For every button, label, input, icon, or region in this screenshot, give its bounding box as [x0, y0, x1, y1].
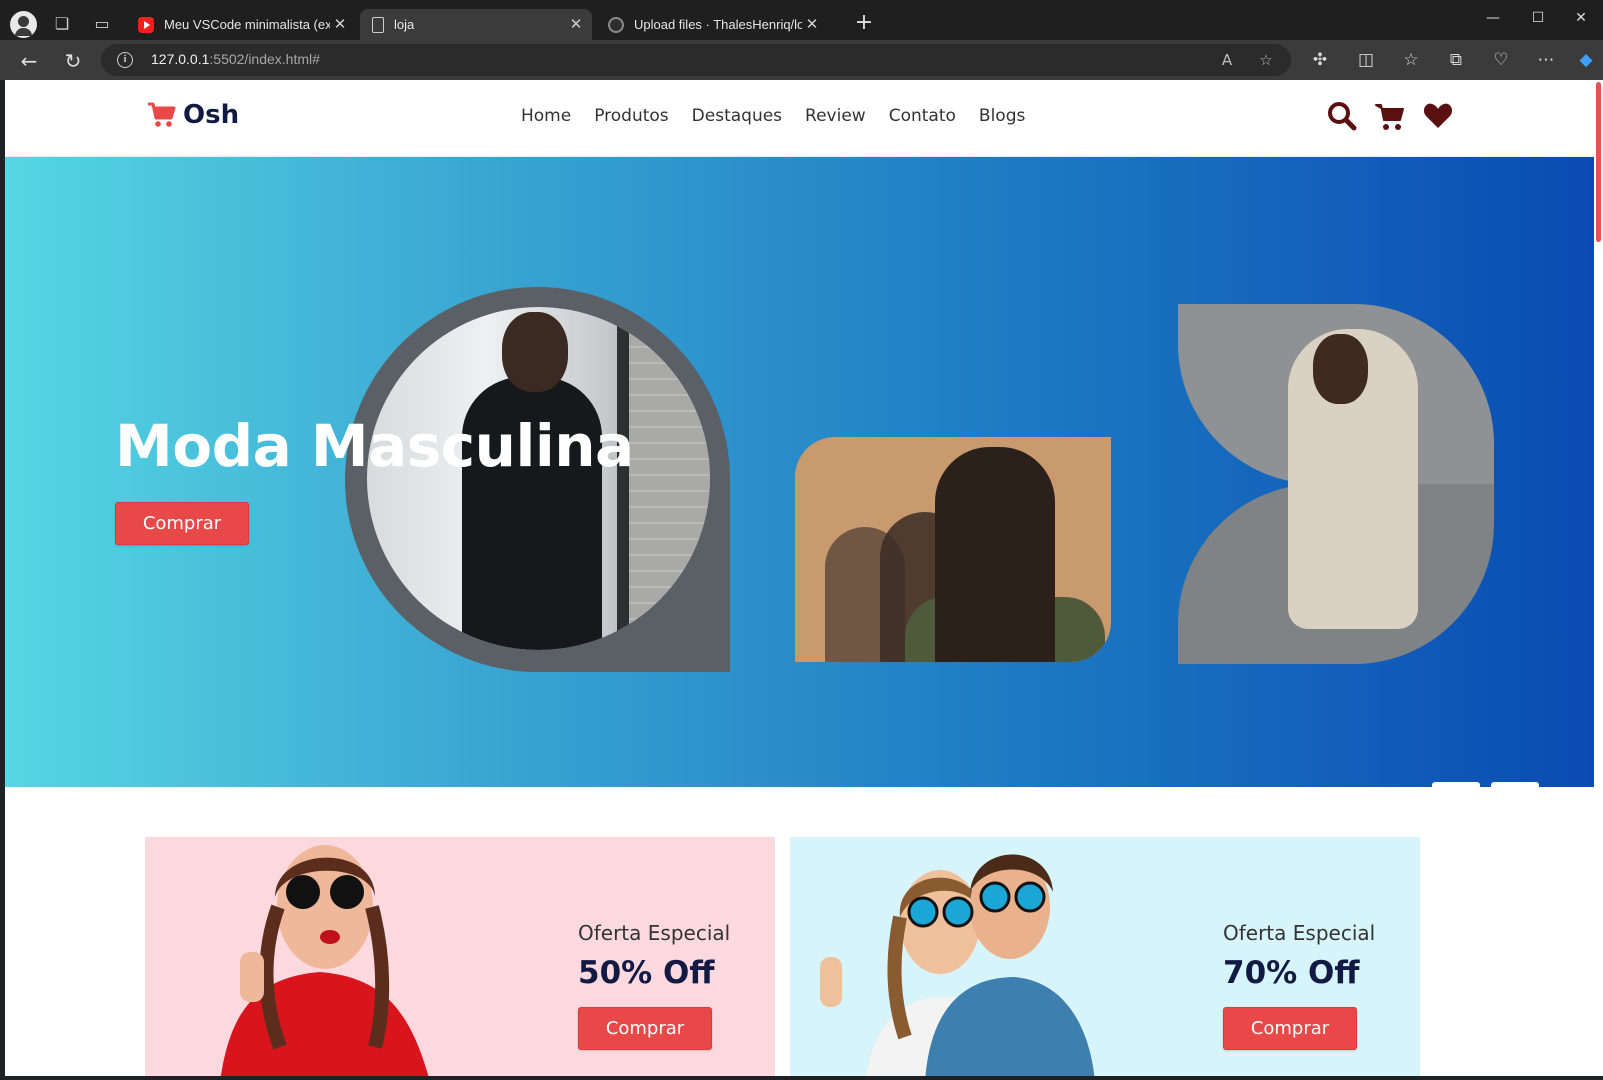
more-icon[interactable]: ⋯: [1535, 49, 1557, 71]
offer-card-70: Oferta Especial 70% Off Comprar: [790, 837, 1420, 1076]
site-info-icon[interactable]: i: [117, 52, 133, 68]
url-path: :5502/index.html#: [209, 51, 320, 67]
cart-icon[interactable]: [1375, 100, 1405, 132]
close-icon[interactable]: ✕: [802, 15, 822, 35]
page-viewport: Osh Home Produtos Destaques Review Conta…: [5, 80, 1594, 1076]
header-icons: [1327, 100, 1453, 132]
site-header: Osh Home Produtos Destaques Review Conta…: [5, 80, 1594, 157]
scrollbar-thumb[interactable]: [1596, 82, 1601, 242]
tab-label: Meu VSCode minimalista (extens: [164, 17, 330, 32]
nav-contato[interactable]: Contato: [889, 106, 956, 126]
refresh-icon[interactable]: ↻: [60, 48, 86, 74]
tab-loja[interactable]: loja ✕: [360, 9, 592, 40]
split-screen-icon[interactable]: ◫: [1355, 49, 1377, 71]
window-close-icon[interactable]: ✕: [1561, 6, 1601, 30]
extensions-icon[interactable]: ✣: [1309, 49, 1331, 71]
tab-actions-icon[interactable]: ▭: [90, 12, 114, 36]
profile-avatar-icon[interactable]: [10, 11, 37, 38]
read-aloud-icon[interactable]: A: [1217, 50, 1237, 70]
tab-label: loja: [394, 17, 415, 32]
close-icon[interactable]: ✕: [566, 15, 586, 35]
tab-github[interactable]: Upload files · ThalesHenriq/loja ✕: [596, 9, 828, 40]
document-icon: [372, 16, 384, 33]
main-nav: Home Produtos Destaques Review Contato B…: [521, 106, 1048, 126]
new-tab-icon[interactable]: +: [852, 12, 876, 36]
offer-discount: 70% Off: [1223, 955, 1360, 991]
slider-prev-button[interactable]: ‹: [1432, 782, 1480, 787]
offer-buy-button[interactable]: Comprar: [1223, 1007, 1357, 1050]
slider-next-button[interactable]: ›: [1491, 782, 1539, 787]
hero-title: Moda Masculina: [115, 412, 634, 480]
hero-image-man-seated: [1178, 304, 1494, 664]
close-icon[interactable]: ✕: [330, 15, 350, 35]
url-host: 127.0.0.1: [151, 51, 210, 67]
offer-subtitle: Oferta Especial: [1223, 921, 1376, 945]
offer-image-woman: [220, 845, 429, 1076]
nav-produtos[interactable]: Produtos: [594, 106, 668, 126]
offer-card-50: Oferta Especial 50% Off Comprar: [145, 837, 775, 1076]
page-scrollbar[interactable]: [1594, 80, 1603, 1076]
logo-cart-icon: [148, 102, 176, 127]
heart-icon[interactable]: [1423, 100, 1453, 132]
nav-destaques[interactable]: Destaques: [692, 106, 782, 126]
logo-text: Osh: [183, 100, 240, 130]
tab-label: Upload files · ThalesHenriq/loja: [634, 17, 802, 32]
search-icon[interactable]: [1327, 100, 1357, 132]
nav-review[interactable]: Review: [805, 106, 866, 126]
hero-image-group: [795, 437, 1111, 662]
nav-home[interactable]: Home: [521, 106, 571, 126]
github-icon: [608, 16, 624, 33]
workspaces-icon[interactable]: ❏: [50, 12, 74, 36]
browser-window: ❏ ▭ Meu VSCode minimalista (extens ✕ loj…: [0, 0, 1603, 1080]
url-text[interactable]: 127.0.0.1:5502/index.html#: [151, 51, 320, 67]
offer-image-couple: [820, 854, 1095, 1076]
offer-discount: 50% Off: [578, 955, 715, 991]
offer-subtitle: Oferta Especial: [578, 921, 731, 945]
browser-essentials-icon[interactable]: ♡: [1490, 49, 1512, 71]
collections-icon[interactable]: ⧉: [1445, 49, 1467, 71]
nav-blogs[interactable]: Blogs: [979, 106, 1025, 126]
hero-banner: Moda Masculina Comprar ‹ ›: [5, 157, 1594, 787]
browser-toolbar: ← ↻ i 127.0.0.1:5502/index.html# A ☆ ✣ ◫…: [0, 40, 1603, 80]
tab-youtube[interactable]: Meu VSCode minimalista (extens ✕: [126, 9, 356, 40]
site-logo[interactable]: Osh: [147, 100, 239, 130]
favorite-star-icon[interactable]: ☆: [1256, 50, 1276, 70]
favorites-icon[interactable]: ☆: [1400, 49, 1422, 71]
youtube-icon: [138, 16, 154, 33]
minimize-icon[interactable]: —: [1473, 6, 1513, 30]
back-icon[interactable]: ←: [16, 48, 42, 74]
address-bar[interactable]: i 127.0.0.1:5502/index.html# A ☆: [101, 44, 1291, 76]
offer-buy-button[interactable]: Comprar: [578, 1007, 712, 1050]
hero-buy-button[interactable]: Comprar: [115, 502, 249, 545]
copilot-icon[interactable]: ◆: [1575, 49, 1597, 71]
maximize-icon[interactable]: ☐: [1518, 6, 1558, 30]
